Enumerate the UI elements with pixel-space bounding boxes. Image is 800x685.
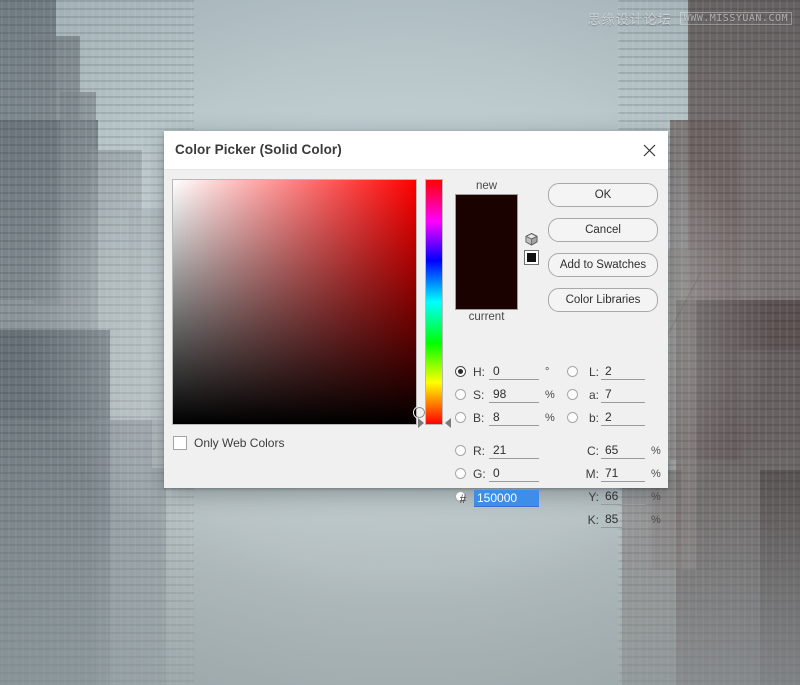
close-button[interactable] — [630, 131, 668, 169]
radio-b-lab[interactable] — [567, 412, 578, 423]
close-icon — [643, 144, 655, 156]
field-row-m: M: % — [567, 462, 671, 485]
current-color-swatch[interactable] — [455, 252, 518, 310]
new-color-label: new — [475, 180, 498, 192]
radio-r[interactable] — [455, 445, 466, 456]
cube-icon — [525, 232, 538, 246]
lab-cmyk-column: L: a: b: — [567, 360, 671, 531]
unit-m: % — [651, 467, 661, 480]
label-r: R: — [473, 443, 485, 458]
field-brightness-layer — [173, 180, 416, 424]
hue-slider[interactable] — [418, 179, 451, 428]
color-libraries-button[interactable]: Color Libraries — [548, 288, 658, 312]
hue-slider-handle-right[interactable] — [445, 418, 451, 428]
label-g: G: — [473, 466, 486, 481]
label-h: H: — [473, 364, 485, 379]
ok-button[interactable]: OK — [548, 183, 658, 207]
input-k[interactable] — [601, 511, 645, 528]
field-row-l: L: — [567, 360, 671, 383]
input-m[interactable] — [601, 465, 645, 482]
input-l[interactable] — [601, 363, 645, 380]
dialog-actions: OK Cancel Add to Swatches Color Librarie… — [548, 183, 658, 323]
hex-row: # — [455, 490, 539, 507]
color-picker-dialog: Color Picker (Solid Color) Only Web Colo… — [164, 131, 668, 528]
input-b-lab[interactable] — [601, 409, 645, 426]
input-b-brightness[interactable] — [489, 409, 539, 426]
radio-b-brightness[interactable] — [455, 412, 466, 423]
dialog-titlebar: Color Picker (Solid Color) — [164, 131, 668, 170]
field-row-y: Y: % — [567, 485, 671, 508]
unit-b-brightness: % — [545, 411, 555, 424]
non-web-safe-button[interactable] — [524, 250, 539, 265]
gamut-warnings — [524, 232, 540, 265]
field-row-a: a: — [567, 383, 671, 406]
label-y: Y: — [588, 489, 599, 504]
dialog-body: Only Web Colors new current OK Cancel Ad… — [164, 170, 668, 528]
unit-k: % — [651, 513, 661, 526]
cancel-button[interactable]: Cancel — [548, 218, 658, 242]
label-s: S: — [473, 387, 485, 402]
input-c[interactable] — [601, 442, 645, 459]
saturation-brightness-field[interactable] — [172, 179, 426, 425]
lab-cmyk-spacer — [567, 429, 671, 439]
field-row-k: K: % — [567, 508, 671, 531]
web-safe-icon — [527, 253, 536, 262]
color-preview: new current — [455, 179, 518, 325]
field-row-r: R: — [455, 439, 563, 462]
hsb-rgb-spacer — [455, 429, 563, 439]
unit-c: % — [651, 444, 661, 457]
only-web-colors-checkbox[interactable] — [173, 436, 187, 450]
watermark-cn: 思缘设计论坛 — [587, 13, 672, 28]
field-row-c: C: % — [567, 439, 671, 462]
field-row-g: G: — [455, 462, 563, 485]
watermark: 思缘设计论坛 WWW.MISSYUAN.COM — [588, 9, 792, 28]
hex-prefix: # — [459, 491, 467, 506]
unit-s: % — [545, 388, 555, 401]
label-b-lab: b: — [588, 410, 599, 425]
input-g[interactable] — [489, 465, 539, 482]
out-of-gamut-button[interactable] — [524, 232, 540, 247]
hex-input[interactable] — [474, 490, 539, 507]
field-row-h: H: ° — [455, 360, 563, 383]
field-row-b-lab: b: — [567, 406, 671, 429]
input-y[interactable] — [601, 488, 645, 505]
radio-h[interactable] — [455, 366, 466, 377]
hue-slider-handle-left[interactable] — [418, 418, 424, 428]
input-s[interactable] — [489, 386, 539, 403]
hue-strip[interactable] — [425, 179, 443, 425]
input-h[interactable] — [489, 363, 539, 380]
field-row-s: S: % — [455, 383, 563, 406]
radio-g[interactable] — [455, 468, 466, 479]
only-web-colors-row[interactable]: Only Web Colors — [173, 436, 284, 450]
radio-l[interactable] — [567, 366, 578, 377]
hsb-rgb-column: H: ° S: % B: % — [455, 360, 563, 508]
current-color-label: current — [468, 311, 505, 323]
label-b-brightness: B: — [473, 410, 485, 425]
input-a[interactable] — [601, 386, 645, 403]
unit-y: % — [651, 490, 661, 503]
only-web-colors-label: Only Web Colors — [194, 436, 285, 450]
label-c: C: — [587, 443, 599, 458]
dialog-title: Color Picker (Solid Color) — [175, 142, 342, 157]
label-k: K: — [587, 512, 599, 527]
field-row-b-brightness: B: % — [455, 406, 563, 429]
unit-h: ° — [545, 365, 550, 378]
label-a: a: — [588, 387, 599, 402]
radio-s[interactable] — [455, 389, 466, 400]
new-color-swatch — [455, 194, 518, 252]
watermark-en: WWW.MISSYUAN.COM — [679, 12, 792, 25]
radio-a[interactable] — [567, 389, 578, 400]
input-r[interactable] — [489, 442, 539, 459]
label-m: M: — [585, 466, 599, 481]
label-l: L: — [588, 364, 599, 379]
add-to-swatches-button[interactable]: Add to Swatches — [548, 253, 658, 277]
